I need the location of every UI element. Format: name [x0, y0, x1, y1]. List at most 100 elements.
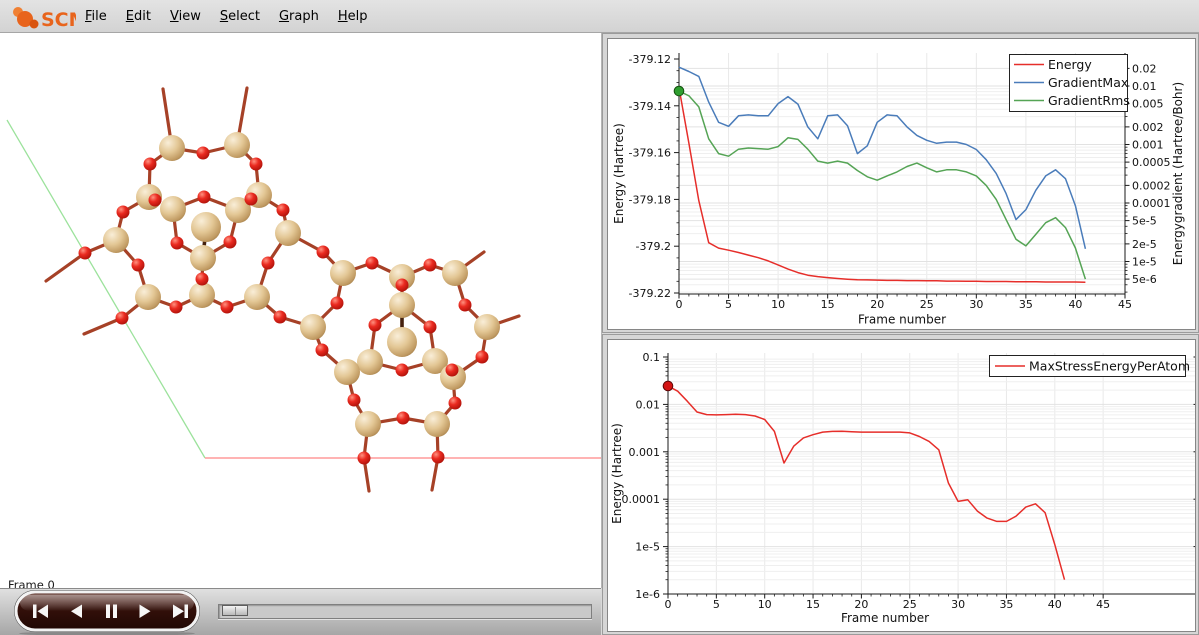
- o-atom[interactable]: [348, 394, 361, 407]
- si-atom[interactable]: [334, 359, 360, 385]
- o-atom[interactable]: [331, 297, 344, 310]
- o-atom[interactable]: [459, 299, 472, 312]
- bond-stub: [46, 253, 85, 281]
- play-button[interactable]: [134, 599, 159, 625]
- si-atom[interactable]: [160, 196, 186, 222]
- playback-button-group: [8, 589, 208, 635]
- o-atom[interactable]: [396, 364, 409, 377]
- si-atom[interactable]: [224, 132, 250, 158]
- si-atom[interactable]: [330, 260, 356, 286]
- y2-tick-label: 0.002: [1132, 121, 1164, 134]
- energy-convergence-plot[interactable]: -379.12-379.14-379.16-379.18-379.2-379.2…: [608, 39, 1195, 329]
- first-frame-button[interactable]: [29, 599, 54, 625]
- menu-item-edit[interactable]: Edit: [119, 6, 158, 27]
- y-tick-label: -379.12: [629, 53, 671, 66]
- menu-item-select[interactable]: Select: [213, 6, 267, 27]
- o-atom[interactable]: [476, 351, 489, 364]
- frame-slider-track[interactable]: [218, 604, 592, 619]
- o-atom[interactable]: [221, 301, 234, 314]
- si-atom[interactable]: [103, 227, 129, 253]
- pause-button[interactable]: [99, 599, 124, 625]
- o-atom[interactable]: [446, 364, 459, 377]
- o-atom[interactable]: [277, 204, 290, 217]
- o-atom[interactable]: [196, 273, 209, 286]
- o-atom[interactable]: [132, 259, 145, 272]
- si-atom[interactable]: [300, 314, 326, 340]
- molecule-viewport[interactable]: Frame 0 Geometry 1, Energy: -379.13232 H…: [0, 33, 602, 588]
- playback-controls: [0, 588, 601, 635]
- si-atom[interactable]: [442, 260, 468, 286]
- energy-convergence-panel: -379.12-379.14-379.16-379.18-379.2-379.2…: [602, 33, 1199, 333]
- legend-label: GradientMax: [1048, 75, 1128, 90]
- o-atom[interactable]: [79, 247, 92, 260]
- x-tick-label: 15: [806, 598, 820, 611]
- si-atom[interactable]: [190, 245, 216, 271]
- menu-item-help[interactable]: Help: [331, 6, 375, 27]
- molecule-3d-view[interactable]: [0, 33, 601, 588]
- o-atom[interactable]: [197, 147, 210, 160]
- o-atom[interactable]: [116, 312, 129, 325]
- o-atom[interactable]: [369, 319, 382, 332]
- y2-tick-label: 0.01: [1132, 80, 1157, 93]
- o-atom[interactable]: [432, 451, 445, 464]
- si-atom[interactable]: [357, 349, 383, 375]
- last-frame-button[interactable]: [168, 599, 196, 625]
- o-atom[interactable]: [366, 257, 379, 270]
- o-atom[interactable]: [317, 246, 330, 259]
- si-atom[interactable]: [389, 292, 415, 318]
- x-tick-label: 25: [920, 298, 934, 311]
- y-tick-label: -379.18: [629, 193, 671, 206]
- menu-item-file[interactable]: File: [78, 6, 114, 27]
- o-atom[interactable]: [170, 301, 183, 314]
- o-atom[interactable]: [250, 158, 263, 171]
- si-atom[interactable]: [474, 314, 500, 340]
- o-atom[interactable]: [198, 191, 211, 204]
- o-atom[interactable]: [358, 452, 371, 465]
- previous-frame-button[interactable]: [64, 599, 89, 625]
- menu-item-view[interactable]: View: [163, 6, 208, 27]
- o-atom[interactable]: [149, 194, 162, 207]
- o-atom[interactable]: [396, 279, 409, 292]
- y-tick-label: 0.001: [629, 446, 661, 459]
- si-atom[interactable]: [387, 327, 417, 357]
- x-tick-label: 40: [1048, 598, 1062, 611]
- si-atom[interactable]: [355, 411, 381, 437]
- x-tick-label: 5: [725, 298, 732, 311]
- o-atom[interactable]: [117, 206, 130, 219]
- si-atom[interactable]: [424, 411, 450, 437]
- o-atom[interactable]: [397, 412, 410, 425]
- si-atom[interactable]: [159, 135, 185, 161]
- si-atom[interactable]: [275, 220, 301, 246]
- o-atom[interactable]: [424, 321, 437, 334]
- si-atom[interactable]: [135, 284, 161, 310]
- y-tick-label: 1e-5: [635, 541, 660, 554]
- x-tick-label: 40: [1068, 298, 1082, 311]
- y-tick-label: 0.1: [643, 351, 661, 364]
- o-atom[interactable]: [262, 257, 275, 270]
- y2-tick-label: 0.02: [1132, 62, 1157, 75]
- si-atom[interactable]: [191, 212, 221, 242]
- y2-tick-label: 0.001: [1132, 139, 1164, 152]
- o-atom[interactable]: [224, 236, 237, 249]
- o-atom[interactable]: [424, 259, 437, 272]
- y2-tick-label: 0.0005: [1132, 156, 1171, 169]
- stress-energy-plot[interactable]: 0.10.010.0010.00011e-51e-605101520253035…: [608, 340, 1195, 631]
- o-atom[interactable]: [245, 193, 258, 206]
- o-atom[interactable]: [449, 397, 462, 410]
- left-axis-title: Energy (Hartree): [612, 123, 626, 224]
- si-atom[interactable]: [189, 282, 215, 308]
- o-atom[interactable]: [144, 158, 157, 171]
- x-tick-label: 35: [1019, 298, 1033, 311]
- menu-item-graph[interactable]: Graph: [272, 6, 326, 27]
- o-atom[interactable]: [171, 237, 184, 250]
- left-axis-title: Energy (Hartree): [610, 423, 624, 524]
- si-atom[interactable]: [244, 284, 270, 310]
- o-atom[interactable]: [274, 311, 287, 324]
- x-tick-label: 35: [999, 598, 1013, 611]
- y2-tick-label: 0.0002: [1132, 179, 1171, 192]
- last-frame-icon: [185, 605, 189, 619]
- o-atom[interactable]: [316, 344, 329, 357]
- pause-icon: [113, 605, 117, 619]
- stress-energy-panel: 0.10.010.0010.00011e-51e-605101520253035…: [602, 334, 1199, 635]
- frame-slider-thumb[interactable]: [222, 605, 248, 616]
